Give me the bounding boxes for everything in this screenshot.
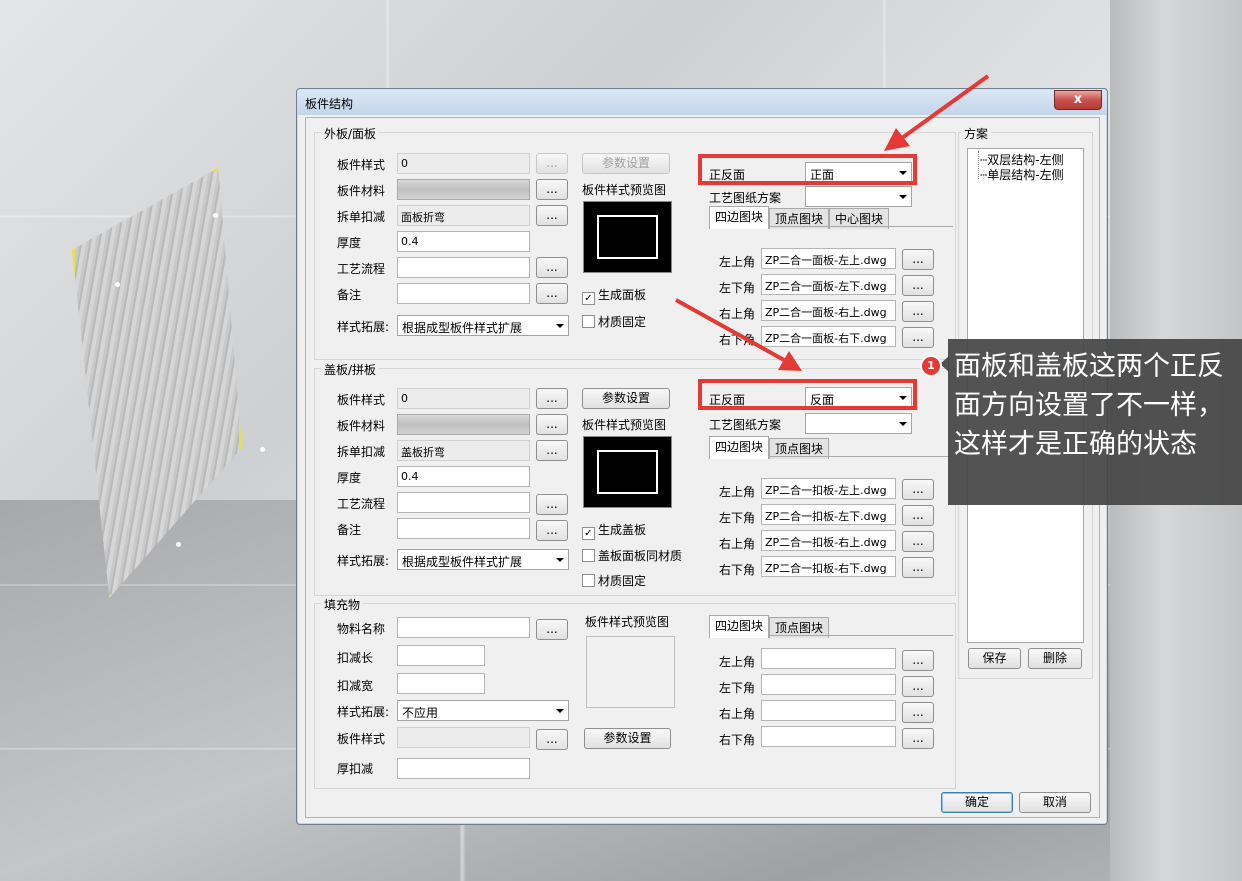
outer-tab-edge[interactable]: 四边图块 <box>709 206 770 229</box>
annotation-callout: 面板和盖板这两个正反面方向设置了不一样，这样才是正确的状态 <box>948 339 1242 505</box>
arrow-line <box>675 298 785 362</box>
arrow-head-icon <box>778 351 802 371</box>
arrow-line <box>900 74 990 140</box>
cover-tab-edge[interactable]: 四边图块 <box>709 436 770 459</box>
fill-tab-edge[interactable]: 四边图块 <box>709 615 770 638</box>
annotation-badge: 1 <box>920 355 942 377</box>
arrow-head-icon <box>884 128 910 151</box>
